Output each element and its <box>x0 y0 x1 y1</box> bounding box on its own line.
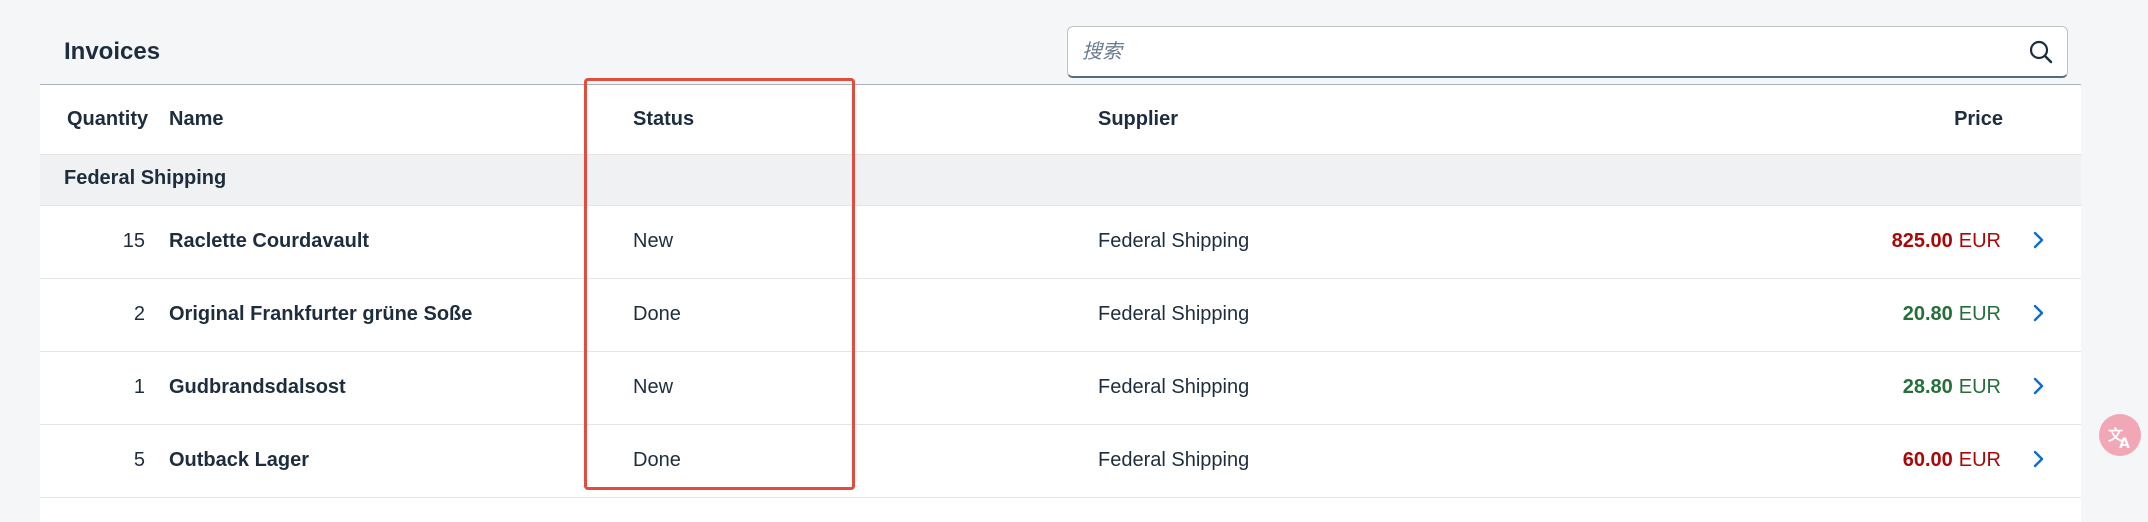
column-header-price[interactable]: Price <box>1954 106 2003 132</box>
column-header-quantity[interactable]: Quantity <box>67 106 148 132</box>
row-navigation[interactable] <box>2029 301 2049 327</box>
row-supplier: Federal Shipping <box>1098 230 1250 252</box>
row-navigation[interactable] <box>2029 447 2049 473</box>
row-price: 20.80 EUR <box>1903 301 2001 327</box>
table-row[interactable]: 1 Gudbrandsdalsost New Federal Shipping … <box>40 352 2081 425</box>
row-supplier: Federal Shipping <box>1098 303 1250 325</box>
search-field[interactable] <box>1067 26 2068 78</box>
table-row[interactable]: 15 Raclette Courdavault New Federal Ship… <box>40 206 2081 279</box>
row-price-amount: 60.00 <box>1902 449 1953 471</box>
row-supplier: Federal Shipping <box>1098 449 1250 471</box>
table-row[interactable]: 5 Outback Lager Done Federal Shipping 60… <box>40 425 2081 498</box>
group-header-label: Federal Shipping <box>64 167 227 189</box>
column-header-supplier[interactable]: Supplier <box>1098 106 1178 132</box>
row-price-currency: EUR <box>1958 303 2001 325</box>
row-quantity: 2 <box>133 303 145 325</box>
chevron-right-icon <box>2033 231 2044 249</box>
row-status: New <box>633 376 674 398</box>
row-quantity: 1 <box>133 376 145 398</box>
svg-text:A: A <box>2119 436 2130 452</box>
row-status: New <box>633 230 674 252</box>
group-header-row[interactable]: Federal Shipping <box>40 155 2081 206</box>
row-status: Done <box>633 449 681 471</box>
search-icon <box>2029 40 2053 64</box>
column-header-status[interactable]: Status <box>633 106 694 132</box>
translate-icon: 文 A <box>2108 426 2130 452</box>
row-navigation[interactable] <box>2029 228 2049 254</box>
page-title: Invoices <box>64 38 161 65</box>
row-name: Outback Lager <box>169 449 310 471</box>
row-price-amount: 28.80 <box>1902 376 1953 398</box>
chevron-right-icon <box>2033 304 2044 322</box>
row-name: Original Frankfurter grüne Soße <box>169 303 473 325</box>
column-header-name[interactable]: Name <box>169 106 223 132</box>
chevron-right-icon <box>2033 377 2044 395</box>
row-price-amount: 20.80 <box>1902 303 1953 325</box>
table-toolbar: Invoices <box>40 0 2081 85</box>
row-price-amount: 825.00 <box>1891 230 1953 252</box>
row-status: Done <box>633 303 681 325</box>
search-button[interactable] <box>2023 35 2059 69</box>
row-price: 60.00 EUR <box>1903 447 2001 473</box>
row-price: 28.80 EUR <box>1903 374 2001 400</box>
row-supplier: Federal Shipping <box>1098 376 1250 398</box>
translate-button[interactable]: 文 A <box>2099 414 2141 456</box>
row-quantity: 15 <box>122 230 145 252</box>
chevron-right-icon <box>2033 450 2044 468</box>
row-price: 825.00 EUR <box>1892 228 2001 254</box>
row-navigation[interactable] <box>2029 374 2049 400</box>
column-header-row: Quantity Name Status Supplier Price <box>40 86 2081 155</box>
row-quantity: 5 <box>133 449 145 471</box>
table-row[interactable]: 2 Original Frankfurter grüne Soße Done F… <box>40 279 2081 352</box>
row-name: Gudbrandsdalsost <box>169 376 346 398</box>
row-price-currency: EUR <box>1958 449 2001 471</box>
row-price-currency: EUR <box>1958 376 2001 398</box>
row-price-currency: EUR <box>1958 230 2001 252</box>
search-input[interactable] <box>1082 35 2002 69</box>
row-name: Raclette Courdavault <box>169 230 370 252</box>
